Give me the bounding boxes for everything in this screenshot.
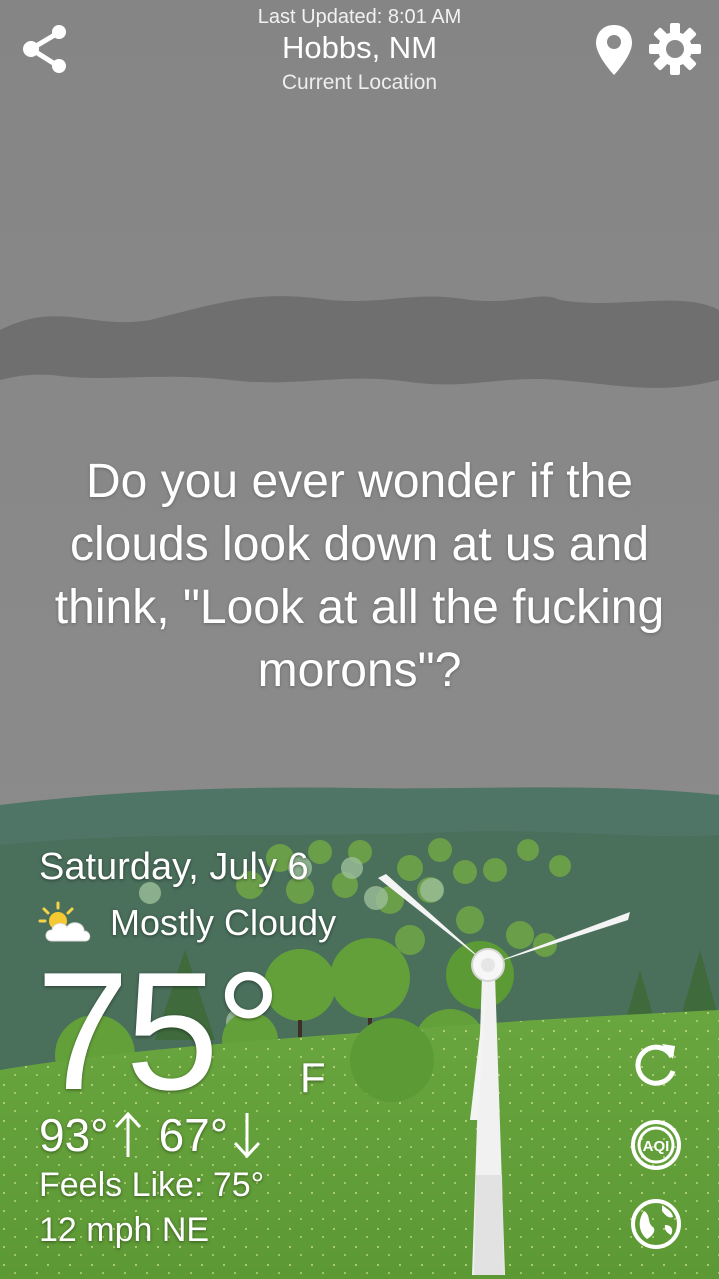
map-pin-icon <box>596 25 632 75</box>
feels-like: Feels Like: 75° <box>39 1166 265 1204</box>
top-bar: Last Updated: 8:01 AM Hobbs, NM Current … <box>0 0 719 110</box>
forecast-date: Saturday, July 6 <box>39 846 309 888</box>
refresh-icon <box>635 1044 676 1086</box>
weather-quote: Do you ever wonder if the clouds look do… <box>54 455 665 697</box>
high-temperature: 93° <box>39 1109 109 1161</box>
wind-info: 12 mph NE <box>39 1211 210 1249</box>
settings-button[interactable] <box>646 20 704 78</box>
radar-button[interactable] <box>628 1196 684 1252</box>
refresh-button[interactable] <box>628 1036 684 1092</box>
current-temperature: 75° <box>36 937 282 1125</box>
location-button[interactable] <box>592 22 636 78</box>
aqi-button[interactable]: AQI <box>628 1117 684 1173</box>
aqi-label: AQI <box>643 1138 670 1155</box>
aqi-icon: AQI <box>631 1120 681 1170</box>
arrow-up-icon <box>114 1111 141 1157</box>
high-low-row: 93° 67° <box>39 1108 262 1162</box>
temperature-unit[interactable]: F <box>300 1054 326 1102</box>
gear-icon <box>649 23 701 75</box>
radar-icon <box>631 1199 681 1249</box>
arrow-down-icon <box>234 1113 261 1159</box>
low-temperature: 67° <box>158 1109 229 1161</box>
